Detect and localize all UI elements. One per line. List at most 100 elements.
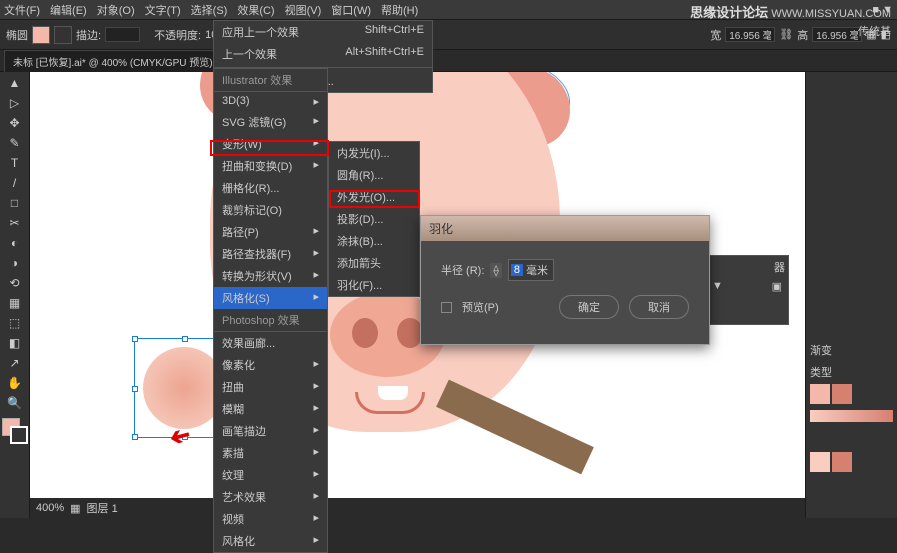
menu-effect[interactable]: 效果(C) <box>237 2 274 18</box>
ok-button[interactable]: 确定 <box>559 295 619 319</box>
wand-tool[interactable]: ✥ <box>3 114 27 132</box>
scale-tool[interactable]: ◑ <box>3 254 27 272</box>
right-panels: 渐变 类型 <box>805 72 897 518</box>
menu-texture[interactable]: 纹理▸ <box>214 464 327 486</box>
menu-warp[interactable]: 变形(W)▸ <box>214 133 327 155</box>
menu-distort2[interactable]: 扭曲▸ <box>214 376 327 398</box>
panel-thumb-icon[interactable]: ▣ <box>772 280 782 293</box>
menu-view[interactable]: 视图(V) <box>285 2 322 18</box>
menu-rasterize[interactable]: 栅格化(R)... <box>214 177 327 199</box>
feather-dialog[interactable]: 羽化 半径 (R): ⟠ 8毫米 预览(P) 确定 取消 <box>420 215 710 345</box>
panel-misc: ▼ <box>712 280 723 293</box>
menu-blur[interactable]: 模糊▸ <box>214 398 327 420</box>
menu-crop[interactable]: 裁剪标记(O) <box>214 199 327 221</box>
menu-object[interactable]: 对象(O) <box>97 2 135 18</box>
zoom-tool[interactable]: 🔍 <box>3 394 27 412</box>
stepper-icon[interactable]: ⟠ <box>490 263 501 278</box>
line-tool[interactable]: / <box>3 174 27 192</box>
zoom-level[interactable]: 400% <box>36 502 64 514</box>
pig-strap <box>436 380 594 475</box>
menu-header-ai: Illustrator 效果 <box>214 69 327 92</box>
panel-tab[interactable]: 器 <box>706 256 788 278</box>
shape-builder-tool[interactable]: ⬚ <box>3 314 27 332</box>
swatch-row <box>810 384 893 404</box>
hand-tool[interactable]: ✋ <box>3 374 27 392</box>
select-tool[interactable]: ▲ <box>3 74 27 92</box>
mesh-tool[interactable]: ▦ <box>3 294 27 312</box>
type-tool[interactable]: T <box>3 154 27 172</box>
handle-tl[interactable] <box>132 336 138 342</box>
menu-distort[interactable]: 扭曲和变换(D)▸ <box>214 155 327 177</box>
sub-inner-glow[interactable]: 内发光(I)... <box>329 142 419 164</box>
gradient-bar[interactable] <box>810 410 893 422</box>
selection-type: 椭圆 <box>6 27 28 43</box>
sub-drop-shadow[interactable]: 投影(D)... <box>329 208 419 230</box>
menu-sketch[interactable]: 素描▸ <box>214 442 327 464</box>
menu-help[interactable]: 帮助(H) <box>381 2 418 18</box>
sub-scribble[interactable]: 涂抹(B)... <box>329 230 419 252</box>
watermark: 思缘设计论坛 WWW.MISSYUAN.COM 传统基 <box>690 2 891 39</box>
eyedropper-tool[interactable]: ↗ <box>3 354 27 372</box>
swatch-2[interactable] <box>832 384 852 404</box>
status-bar: 400% ▦ 图层 1 <box>30 498 805 518</box>
stroke-label: 描边: <box>76 27 101 43</box>
menu-select[interactable]: 选择(S) <box>191 2 228 18</box>
stroke-weight[interactable] <box>105 27 140 42</box>
menu-type[interactable]: 文字(T) <box>145 2 181 18</box>
opacity-label: 不透明度: <box>154 27 201 43</box>
gradient-type-label: 类型 <box>810 364 893 380</box>
cancel-button[interactable]: 取消 <box>629 295 689 319</box>
menu-stylize2[interactable]: 风格化▸ <box>214 530 327 552</box>
scissors-tool[interactable]: ✂ <box>3 214 27 232</box>
menu-3d[interactable]: 3D(3)▸ <box>214 92 327 111</box>
radius-label: 半径 (R): <box>441 262 484 278</box>
fill-stroke-toggle[interactable] <box>2 418 28 444</box>
sub-outer-glow[interactable]: 外发光(O)... <box>329 186 419 208</box>
menu-edit[interactable]: 编辑(E) <box>50 2 87 18</box>
last-effect[interactable]: 上一个效果Alt+Shift+Ctrl+E <box>214 43 432 65</box>
width-tool[interactable]: ⟲ <box>3 274 27 292</box>
menu-window[interactable]: 窗口(W) <box>331 2 371 18</box>
rotate-tool[interactable]: ◐ <box>3 234 27 252</box>
rect-tool[interactable]: □ <box>3 194 27 212</box>
radius-input[interactable]: 8毫米 <box>508 259 554 281</box>
apply-last-effect[interactable]: 应用上一个效果Shift+Ctrl+E <box>214 21 432 43</box>
menu-convert[interactable]: 转换为形状(V)▸ <box>214 265 327 287</box>
menu-video[interactable]: 视频▸ <box>214 508 327 530</box>
stroke-color-box[interactable] <box>10 426 28 444</box>
menu-svg[interactable]: SVG 滤镜(G)▸ <box>214 111 327 133</box>
preview-checkbox[interactable] <box>441 302 452 313</box>
menu-file[interactable]: 文件(F) <box>4 2 40 18</box>
sub-feather[interactable]: 羽化(F)... <box>329 274 419 296</box>
floating-panel[interactable]: 器 ▼ ▣ <box>705 255 789 325</box>
fill-swatch[interactable] <box>32 26 50 44</box>
menu-brush[interactable]: 画笔描边▸ <box>214 420 327 442</box>
menu-pathfinder[interactable]: 路径查找器(F)▸ <box>214 243 327 265</box>
handle-tc[interactable] <box>182 336 188 342</box>
dialog-title: 羽化 <box>421 216 709 241</box>
menu-path[interactable]: 路径(P)▸ <box>214 221 327 243</box>
nostril-left <box>352 318 378 348</box>
direct-select-tool[interactable]: ▷ <box>3 94 27 112</box>
pen-tool[interactable]: ✎ <box>3 134 27 152</box>
menu-pixelate[interactable]: 像素化▸ <box>214 354 327 376</box>
swatch-4[interactable] <box>832 452 852 472</box>
sub-arrow[interactable]: 添加箭头 <box>329 252 419 274</box>
swatch-3[interactable] <box>810 452 830 472</box>
sub-round[interactable]: 圆角(R)... <box>329 164 419 186</box>
swatch-1[interactable] <box>810 384 830 404</box>
current-layer[interactable]: 图层 1 <box>87 500 118 516</box>
doc-tab[interactable]: 未标 [已恢复].ai* @ 400% (CMYK/GPU 预览) <box>4 50 222 72</box>
perspective-tool[interactable]: ◧ <box>3 334 27 352</box>
doc-tabbar: 未标 [已恢复].ai* @ 400% (CMYK/GPU 预览) <box>0 50 897 72</box>
menu-stylize[interactable]: 风格化(S)▸ <box>214 287 327 309</box>
effect-menu: Illustrator 效果 3D(3)▸ SVG 滤镜(G)▸ 变形(W)▸ … <box>213 68 328 553</box>
gradient-panel-title[interactable]: 渐变 <box>810 342 893 358</box>
stroke-swatch[interactable] <box>54 26 72 44</box>
menu-artistic[interactable]: 艺术效果▸ <box>214 486 327 508</box>
handle-ml[interactable] <box>132 386 138 392</box>
handle-bl[interactable] <box>132 434 138 440</box>
menu-gallery[interactable]: 效果画廊... <box>214 332 327 354</box>
layer-nav-icon[interactable]: ▦ <box>70 502 80 515</box>
pig-mouth <box>355 392 425 414</box>
